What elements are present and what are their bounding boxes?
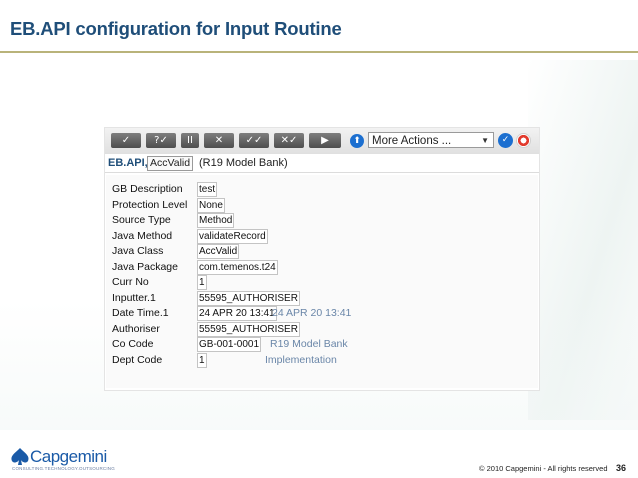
authorise-icon: ✓✓ <box>245 135 263 146</box>
field-value[interactable]: 55595_AUTHORISER <box>197 290 300 306</box>
upload-icon[interactable]: ⬆ <box>350 134 364 148</box>
field-label: Java Class <box>112 245 164 257</box>
delete-icon: ✕ <box>214 135 224 146</box>
t24-screenshot: ✓ ?✓ II ✕ ✓✓ ✕✓ ▶ ⬆ More Actions ... ▼ ✓… <box>104 127 540 391</box>
title-divider <box>0 51 638 53</box>
go-check-icon[interactable]: ✓ <box>498 133 513 148</box>
field-label: Curr No <box>112 276 149 288</box>
capgemini-logo: Capgemini CONSULTING.TECHNOLOGY.OUTSOURC… <box>8 444 128 474</box>
field-label: Date Time.1 <box>112 307 169 319</box>
reverse-button[interactable]: ✕✓ <box>274 133 304 148</box>
hold-icon: ?✓ <box>154 135 168 146</box>
field-value[interactable]: None <box>197 197 225 213</box>
field-label: Dept Code <box>112 353 163 366</box>
pause-icon: II <box>187 135 193 146</box>
field-value[interactable]: 1 <box>197 352 207 368</box>
delete-button[interactable]: ✕ <box>204 133 234 148</box>
logo-tagline: CONSULTING.TECHNOLOGY.OUTSOURCING <box>12 466 115 471</box>
reverse-icon: ✕✓ <box>280 135 298 146</box>
more-actions-select[interactable]: More Actions ... ▼ <box>368 132 494 148</box>
field-value[interactable]: Method <box>197 213 235 228</box>
field-value[interactable]: com.temenos.t24 <box>197 259 278 275</box>
field-enrichment: R19 Model Bank <box>270 338 348 350</box>
field-enrichment: 24 APR 20 13:41 <box>272 307 352 319</box>
toolbar: ✓ ?✓ II ✕ ✓✓ ✕✓ ▶ ⬆ More Actions ... ▼ ✓ <box>105 128 539 155</box>
field-value[interactable]: 1 <box>197 275 207 290</box>
field-value[interactable]: 24 APR 20 13:41 <box>197 306 277 321</box>
validate-button[interactable]: ✓ <box>111 133 141 148</box>
validate-icon: ✓ <box>121 135 131 146</box>
field-label: Java Package <box>112 260 178 273</box>
authorise-button[interactable]: ✓✓ <box>239 133 269 148</box>
field-label: Protection Level <box>112 198 188 211</box>
field-label: Co Code <box>112 338 154 350</box>
field-label: Source Type <box>112 214 171 226</box>
field-value[interactable]: AccValid <box>197 244 240 259</box>
hold-button[interactable]: ?✓ <box>146 133 176 148</box>
field-label: GB Description <box>112 183 183 195</box>
logo-wordmark: Capgemini <box>30 447 107 466</box>
pause-button[interactable]: II <box>181 133 199 148</box>
more-actions-label: More Actions ... <box>372 135 452 147</box>
field-value[interactable]: test <box>197 182 218 197</box>
slide-title: EB.API configuration for Input Routine <box>10 18 342 39</box>
field-value[interactable]: validateRecord <box>197 228 268 244</box>
company-label: (R19 Model Bank) <box>199 157 288 169</box>
field-enrichment: Implementation <box>265 353 337 366</box>
chevron-down-icon: ▼ <box>481 136 489 145</box>
field-value[interactable]: 55595_AUTHORISER <box>197 321 300 337</box>
footer-copyright: © 2010 Capgemini - All rights reserved <box>479 464 608 473</box>
record-id-field[interactable]: AccValid <box>147 156 194 171</box>
help-lifebuoy-icon[interactable] <box>516 133 531 148</box>
record-fields: GB Description test Protection Level Non… <box>106 175 538 388</box>
field-label: Authoriser <box>112 322 160 335</box>
logo-spade-icon <box>11 448 29 465</box>
field-value[interactable]: GB-001-0001 <box>197 337 262 352</box>
field-label: Java Method <box>112 229 173 242</box>
next-button[interactable]: ▶ <box>309 133 341 148</box>
application-name: EB.API, <box>108 157 148 169</box>
field-label: Inputter.1 <box>112 291 156 304</box>
page-number: 36 <box>616 463 627 473</box>
record-header: EB.API, AccValid (R19 Model Bank) <box>105 154 539 173</box>
next-icon: ▶ <box>321 135 329 146</box>
